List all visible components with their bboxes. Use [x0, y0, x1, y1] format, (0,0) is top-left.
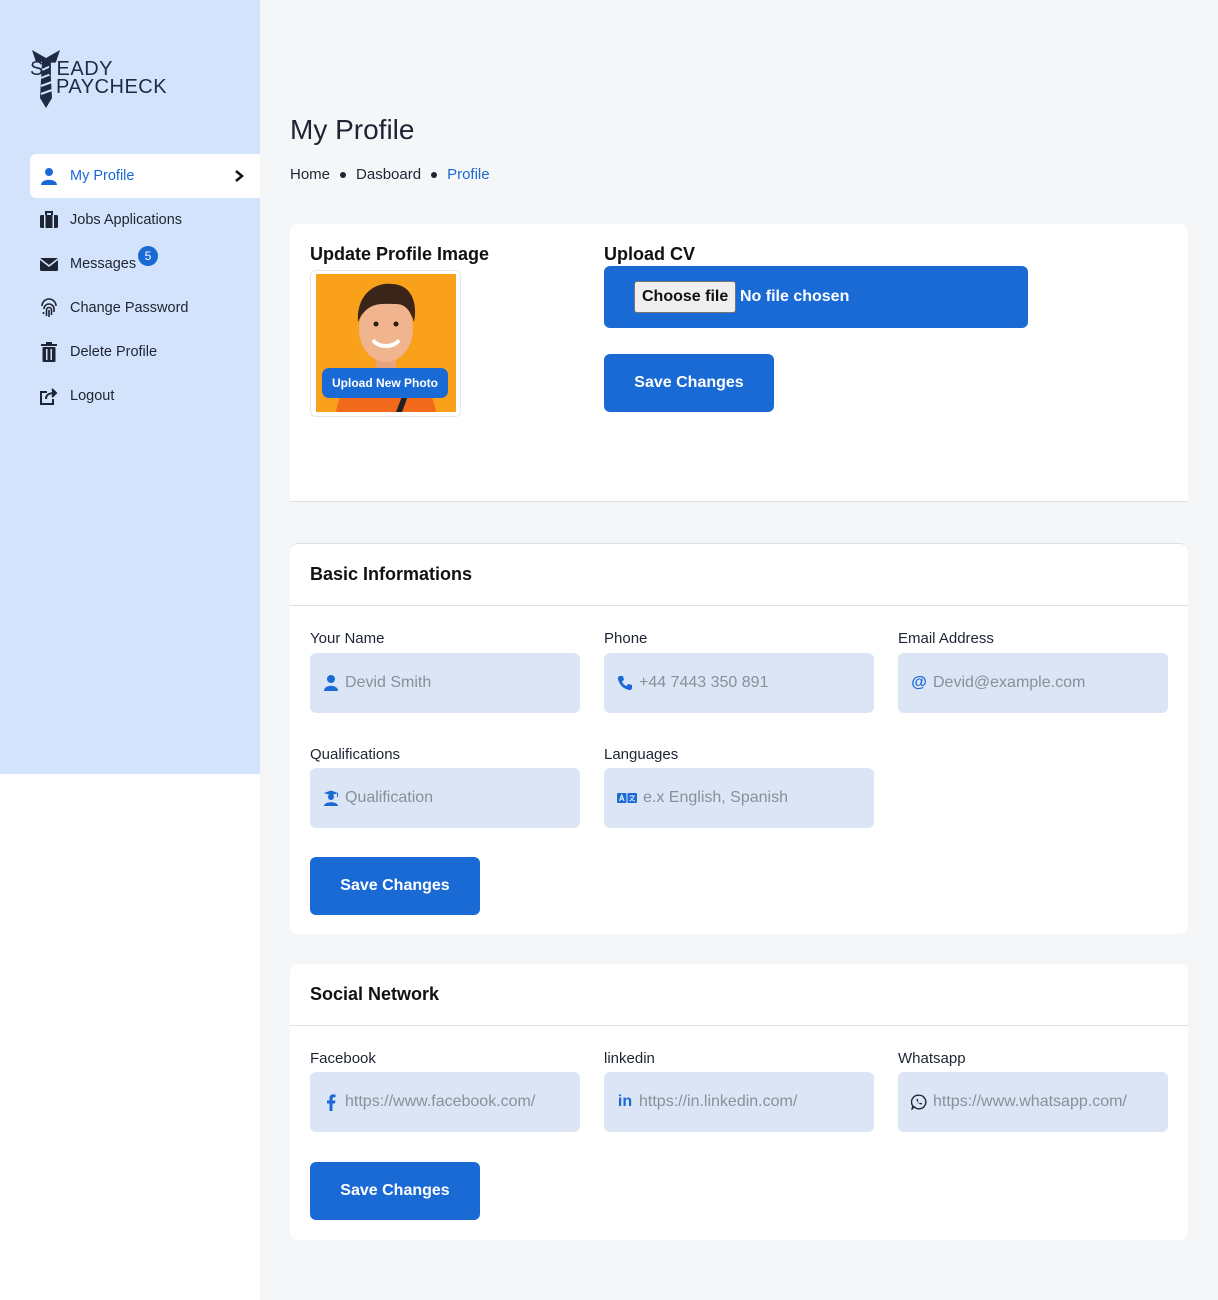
sidebar-item-label: My Profile — [70, 168, 135, 184]
facebook-field[interactable]: https://www.facebook.com/ — [310, 1072, 580, 1132]
breadcrumb-current: Profile — [447, 166, 490, 183]
sidebar-item-label: Change Password — [70, 300, 189, 316]
name-field[interactable]: Devid Smith — [310, 653, 580, 713]
social-header: Social Network — [290, 964, 1188, 1026]
sidebar: STEADY PAYCHECK My Profile Jobs Applicat… — [0, 0, 260, 774]
breadcrumb-dashboard[interactable]: Dasboard — [356, 166, 421, 183]
facebook-placeholder: https://www.facebook.com/ — [345, 1093, 536, 1110]
profile-photo: Upload New Photo — [316, 274, 456, 412]
languages-field[interactable]: e.x English, Spanish — [604, 768, 874, 828]
qualifications-placeholder: Qualification — [345, 789, 434, 806]
whatsapp-field[interactable]: https://www.whatsapp.com/ — [898, 1072, 1168, 1132]
basic-info-title: Basic Informations — [310, 564, 473, 584]
upload-card: Update Profile Image Upload New Photo Up… — [290, 224, 1188, 502]
choose-file-button[interactable]: Choose file — [634, 281, 737, 313]
social-network-card: Social Network Facebook https://www.face… — [290, 964, 1188, 1240]
phone-icon — [616, 674, 634, 692]
page-title: My Profile — [290, 114, 415, 145]
linkedin-placeholder: https://in.linkedin.com/ — [639, 1093, 798, 1110]
file-status-text: No file chosen — [740, 288, 850, 305]
basic-info-card: Basic Informations Your Name Devid Smith… — [290, 543, 1188, 934]
social-title: Social Network — [310, 984, 440, 1004]
sidebar-item-logout[interactable]: Logout — [30, 374, 260, 418]
email-label: Email Address — [898, 630, 994, 647]
whatsapp-icon — [910, 1093, 928, 1111]
breadcrumb: Home Dasboard Profile — [290, 166, 490, 183]
sidebar-item-jobs-applications[interactable]: Jobs Applications — [30, 198, 260, 242]
save-upload-button[interactable]: Save Changes — [604, 354, 774, 412]
cv-file-input[interactable]: Choose file No file chosen — [604, 266, 1028, 328]
whatsapp-placeholder: https://www.whatsapp.com/ — [933, 1093, 1127, 1110]
sidebar-nav: My Profile Jobs Applications Messages 5 … — [30, 154, 260, 418]
breadcrumb-home[interactable]: Home — [290, 166, 330, 183]
brand-line2: PAYCHECK — [56, 76, 168, 98]
share-out-icon — [38, 385, 60, 407]
linkedin-label: linkedin — [604, 1050, 655, 1067]
sidebar-item-delete-profile[interactable]: Delete Profile — [30, 330, 260, 374]
trash-icon — [38, 341, 60, 363]
upload-new-photo-button[interactable]: Upload New Photo — [322, 368, 448, 398]
whatsapp-label: Whatsapp — [898, 1050, 966, 1067]
sidebar-footer-area — [0, 774, 260, 1300]
sidebar-item-my-profile[interactable]: My Profile — [30, 154, 260, 198]
graduate-icon — [322, 789, 340, 807]
phone-placeholder: +44 7443 350 891 — [639, 674, 769, 691]
sidebar-item-label: Delete Profile — [70, 344, 158, 360]
languages-label: Languages — [604, 746, 679, 763]
save-basic-info-button[interactable]: Save Changes — [310, 857, 480, 915]
envelope-icon — [38, 253, 60, 275]
sidebar-item-label: Logout — [70, 388, 115, 404]
name-label: Your Name — [310, 630, 385, 647]
facebook-label: Facebook — [310, 1050, 376, 1067]
breadcrumb-separator — [340, 171, 347, 178]
breadcrumb-separator — [431, 171, 438, 178]
at-sign-icon: @ — [911, 674, 927, 691]
name-placeholder: Devid Smith — [345, 674, 432, 691]
linkedin-field[interactable]: in https://in.linkedin.com/ — [604, 1072, 874, 1132]
phone-label: Phone — [604, 630, 648, 647]
upload-cv-label: Upload CV — [604, 244, 696, 264]
linkedin-icon: in — [617, 1093, 633, 1110]
fingerprint-icon — [38, 297, 60, 319]
sidebar-item-label: Messages — [70, 256, 137, 272]
sidebar-item-change-password[interactable]: Change Password — [30, 286, 260, 330]
briefcase-icon — [38, 209, 60, 231]
profile-photo-frame: Upload New Photo — [310, 270, 461, 417]
save-social-button[interactable]: Save Changes — [310, 1162, 480, 1220]
user-icon — [322, 674, 340, 692]
phone-field[interactable]: +44 7443 350 891 — [604, 653, 874, 713]
sidebar-item-messages[interactable]: Messages 5 — [30, 242, 260, 286]
facebook-icon — [322, 1093, 340, 1111]
qualifications-label: Qualifications — [310, 746, 401, 763]
qualifications-field[interactable]: Qualification — [310, 768, 580, 828]
messages-count-badge: 5 — [138, 246, 158, 266]
profile-image-label: Update Profile Image — [310, 244, 490, 264]
user-icon — [38, 165, 60, 187]
sidebar-item-label: Jobs Applications — [70, 212, 183, 228]
email-placeholder: Devid@example.com — [933, 674, 1086, 691]
chevron-right-icon — [235, 170, 244, 182]
email-field[interactable]: @ Devid@example.com — [898, 653, 1168, 713]
translate-icon — [616, 789, 638, 807]
brand-logo[interactable]: STEADY PAYCHECK — [28, 48, 168, 110]
languages-placeholder: e.x English, Spanish — [643, 789, 788, 806]
basic-info-header: Basic Informations — [290, 544, 1188, 606]
